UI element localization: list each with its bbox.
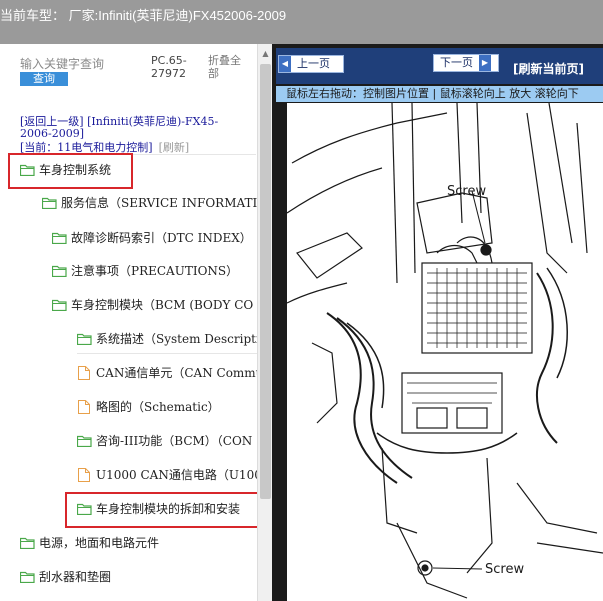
tree-item-service-information[interactable]: 服务信息（SERVICE INFORMATIC: [42, 194, 266, 212]
folder-icon: [42, 197, 57, 209]
next-page-label: 下一页: [440, 56, 473, 69]
folder-icon: [20, 571, 35, 583]
pc-code: PC.65-27972: [151, 54, 187, 80]
refresh-page-button[interactable]: [刷新当前页]: [513, 60, 584, 77]
tree-item-label: 刮水器和垫圈: [39, 570, 112, 584]
viewer-hint: 鼠标左右拖动：控制图片位置 | 鼠标滚轮向上 放大 滚轮向下: [276, 86, 603, 102]
scroll-up-arrow-icon[interactable]: ▲: [258, 48, 273, 60]
folder-icon: [52, 299, 67, 311]
search-input[interactable]: [20, 56, 142, 72]
document-icon: [78, 400, 90, 414]
arrow-right-icon: ▶: [479, 55, 491, 71]
tree-item-label: 故障诊断码索引（DTC INDEX）: [71, 231, 252, 245]
screw-top-label: Screw: [447, 184, 486, 199]
highlight-box: [8, 153, 133, 189]
screw-bottom-icon: [421, 564, 429, 572]
document-icon: [78, 366, 90, 380]
tree-item-label: 服务信息（SERVICE INFORMATIC: [61, 196, 267, 210]
tree-item-u1000[interactable]: U1000 CAN通信电路（U100: [78, 466, 262, 484]
tree-item-consult-iii[interactable]: 咨询-III功能（BCM）（CON: [77, 432, 252, 450]
folder-icon: [77, 435, 92, 447]
tree-item-dtc-index[interactable]: 故障诊断码索引（DTC INDEX）: [52, 229, 252, 247]
folder-icon: [77, 333, 92, 345]
search-button[interactable]: 查询: [20, 72, 68, 86]
tree-item-schematic[interactable]: 略图的（Schematic）: [78, 398, 220, 416]
tree-item-bcm[interactable]: 车身控制模块（BCM (BODY CO: [52, 296, 253, 314]
tree-item-can-communication[interactable]: CAN通信单元（CAN Commu: [78, 364, 263, 382]
document-icon: [78, 468, 90, 482]
tree-item-label: 车身控制模块（BCM (BODY CO: [71, 298, 254, 312]
title-bar: 当前车型： 厂家:Infiniti(英菲尼迪)FX452006-2009: [0, 0, 603, 44]
tree-item-label: 咨询-III功能（BCM）（CON: [96, 434, 253, 448]
prev-page-button[interactable]: ◀ 上一页: [278, 55, 344, 73]
screw-bottom-label: Screw: [485, 562, 524, 577]
refresh-link[interactable]: [刷新]: [159, 141, 190, 154]
highlight-box: [65, 492, 261, 528]
current-model-title: 当前车型： 厂家:Infiniti(英菲尼迪)FX452006-2009: [0, 8, 287, 23]
tree-item-label: 系统描述（System Descriptic: [96, 332, 267, 346]
sidebar-scrollbar[interactable]: ▲: [257, 44, 273, 601]
tree-item-system-description[interactable]: 系统描述（System Descriptic: [77, 330, 267, 348]
tree-item-label: 注意事项（PRECAUTIONS）: [71, 264, 239, 278]
scroll-thumb[interactable]: [260, 64, 271, 499]
breadcrumb-back[interactable]: [返回上一级] [Infiniti(英菲尼迪)-FX45-2006-2009]: [20, 116, 238, 140]
collapse-all-link[interactable]: 折叠全部: [208, 54, 248, 80]
next-page-button[interactable]: 下一页 ▶: [433, 54, 499, 72]
tree-item-precautions[interactable]: 注意事项（PRECAUTIONS）: [52, 262, 238, 280]
folder-icon: [52, 265, 67, 277]
hint-text: 鼠标左右拖动：控制图片位置 | 鼠标滚轮向上 放大 滚轮向下: [286, 87, 579, 100]
folder-icon: [20, 537, 35, 549]
folder-icon: [52, 232, 67, 244]
service-diagram[interactable]: Screw Screw: [287, 103, 603, 601]
tree-item-power-ground[interactable]: 电源，地面和电路元件: [20, 534, 159, 552]
tree-item-wiper-washer[interactable]: 刮水器和垫圈: [20, 568, 111, 586]
tree-item-label: U1000 CAN通信电路（U100: [96, 468, 262, 482]
tree-item-label: 电源，地面和电路元件: [39, 536, 160, 550]
tree-item-label: 略图的（Schematic）: [96, 400, 220, 414]
divider: [77, 353, 257, 354]
arrow-left-icon: ◀: [279, 56, 291, 72]
tree-item-label: CAN通信单元（CAN Commu: [96, 366, 264, 380]
prev-page-label: 上一页: [297, 57, 330, 70]
